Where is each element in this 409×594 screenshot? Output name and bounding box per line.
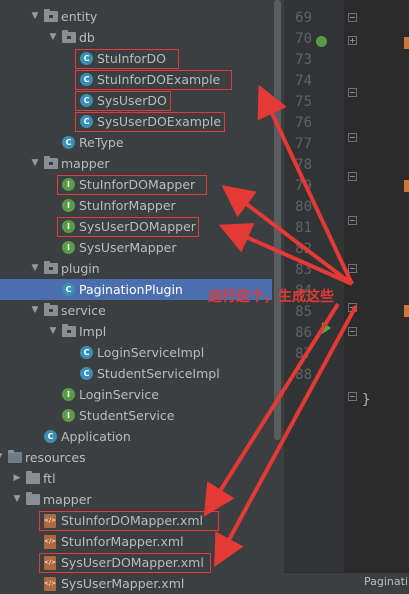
arrow-to-stuinfor-xml xyxy=(203,302,340,517)
arrow-to-sysuser-xml xyxy=(214,305,358,568)
annotation-label: 运行这个，生成这些 xyxy=(208,289,334,305)
arrow-to-entity-classes xyxy=(257,84,354,285)
annotation-arrows xyxy=(203,84,358,568)
